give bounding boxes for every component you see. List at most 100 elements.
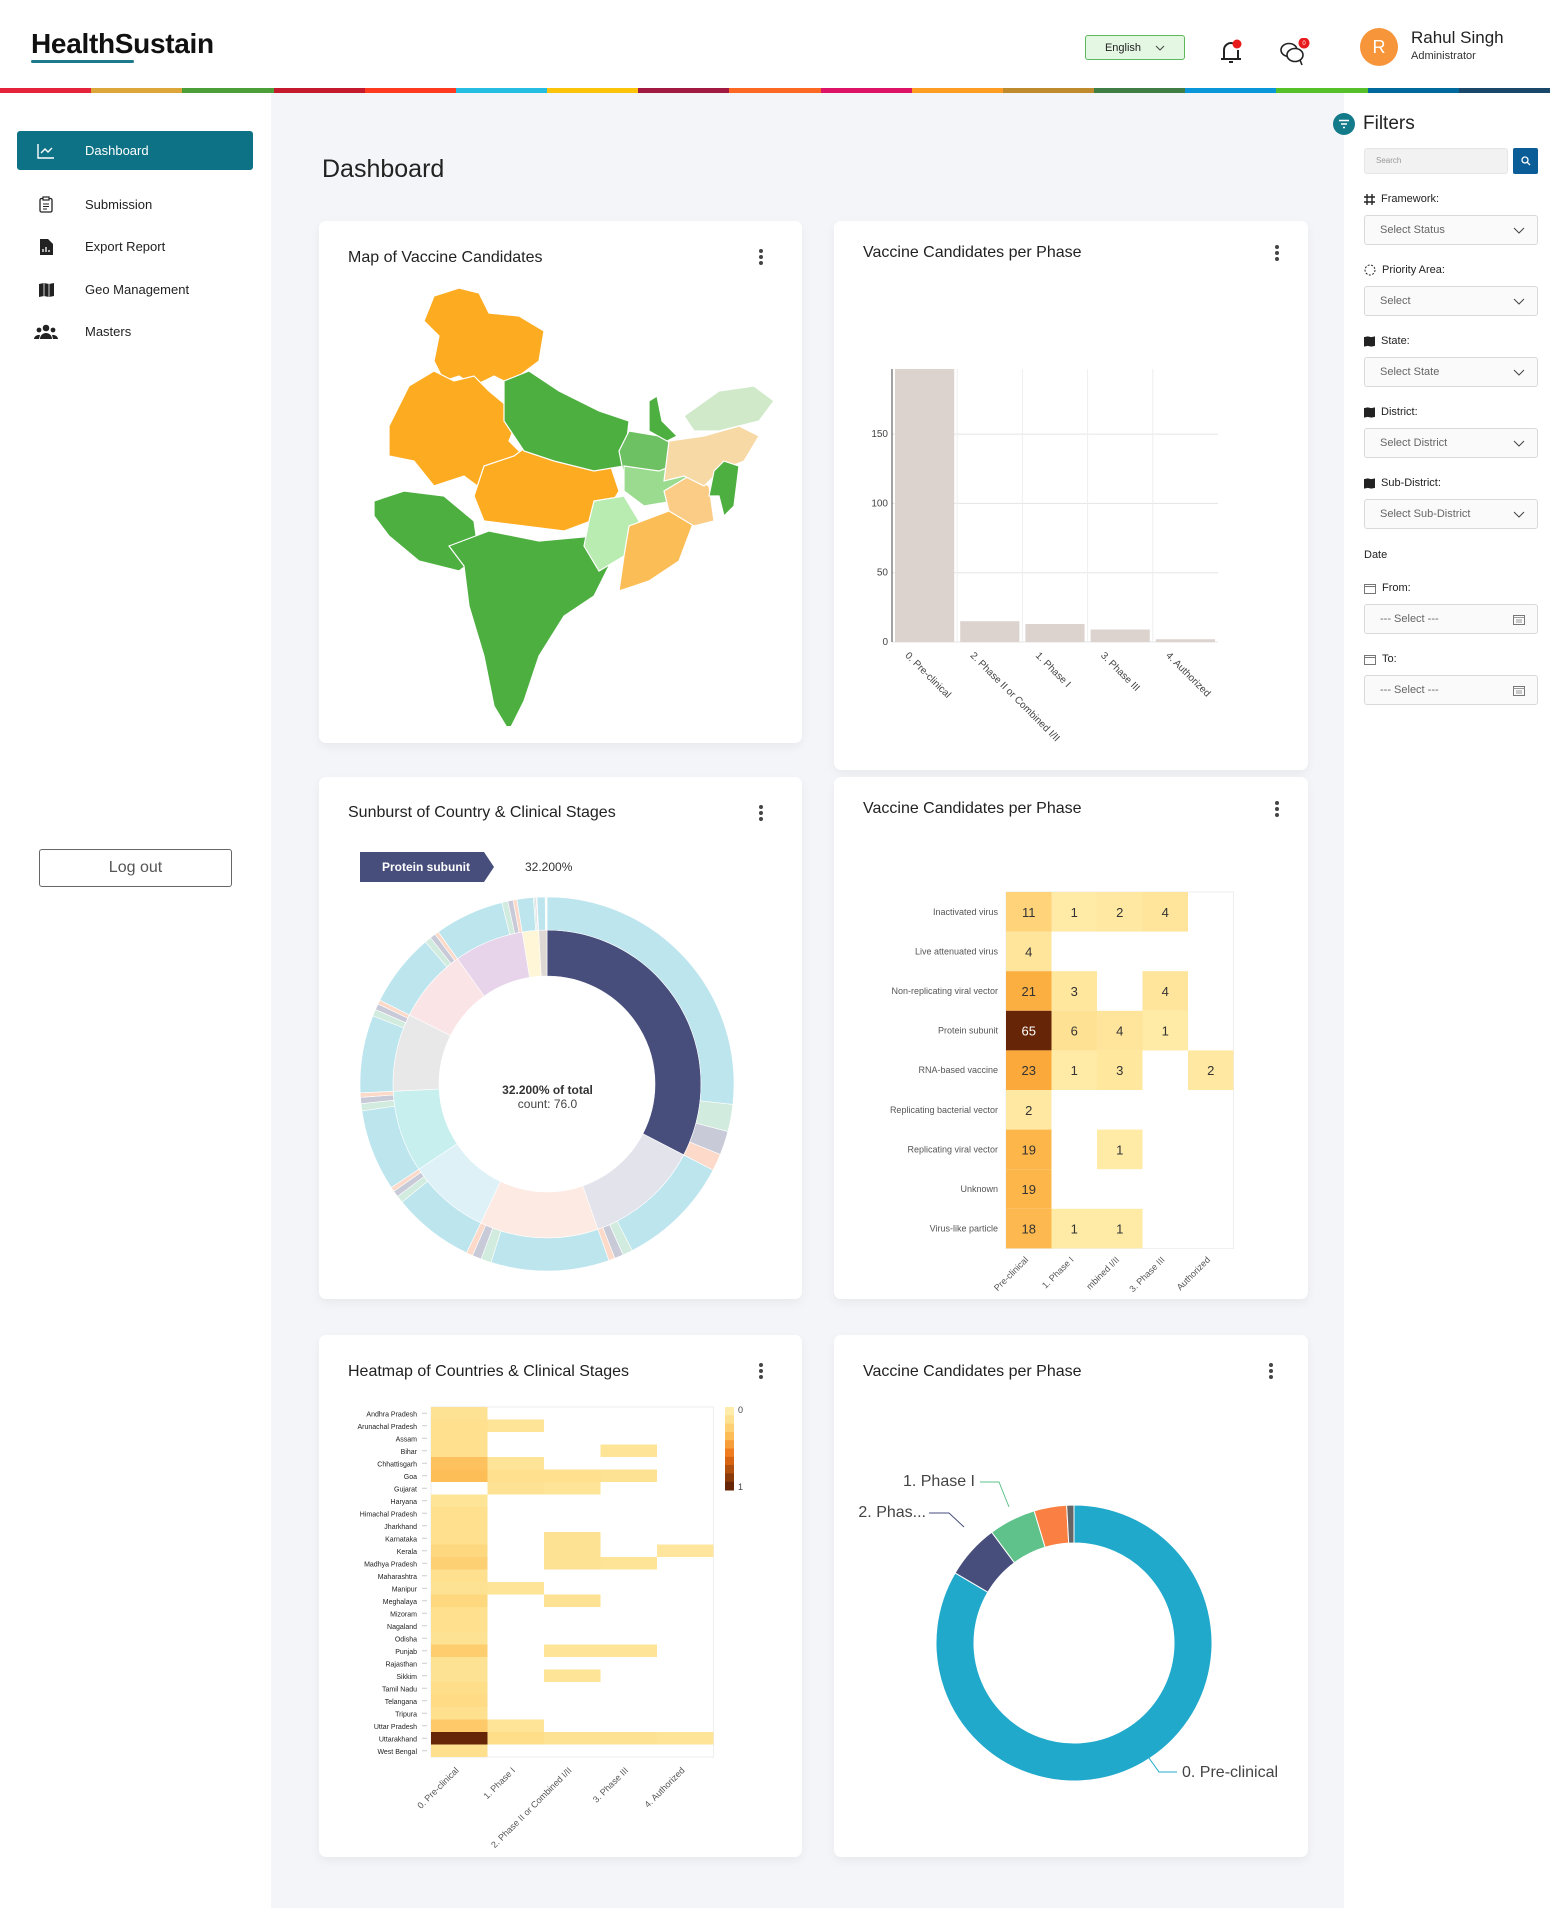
bar[interactable]: [895, 369, 955, 642]
heatmap-cell[interactable]: [544, 1532, 601, 1545]
y-tick-label: West Bengal: [377, 1749, 417, 1756]
heatmap-cell[interactable]: [431, 1619, 488, 1633]
avatar[interactable]: R: [1360, 28, 1398, 66]
heatmap-cell[interactable]: [431, 1657, 488, 1670]
heatmap-cell[interactable]: [487, 1457, 545, 1470]
sidebar-item-export-report[interactable]: Export Report: [17, 227, 253, 266]
filter-search-input[interactable]: Search: [1364, 148, 1508, 174]
heatmap-cell[interactable]: [431, 1632, 488, 1645]
heatmap-cell[interactable]: [600, 1444, 658, 1458]
heatmap-cell[interactable]: [544, 1557, 601, 1570]
card-title: Map of Vaccine Candidates: [348, 249, 543, 266]
language-value: English: [1104, 41, 1142, 54]
heatmap-cell[interactable]: [431, 1557, 488, 1570]
map-region-northeast2[interactable]: [663, 425, 760, 487]
heatmap-cell[interactable]: [544, 1469, 601, 1483]
heatmap-cell[interactable]: [431, 1469, 488, 1483]
sunburst-breadcrumb[interactable]: Protein subunit: [360, 852, 495, 882]
heatmap-cell[interactable]: [431, 1707, 488, 1720]
heatmap-cell[interactable]: [544, 1482, 601, 1495]
bar-chart: 0501001500. Pre-clinical 2. Phase II or C…: [871, 369, 1218, 744]
india-map[interactable]: [374, 276, 774, 726]
map-icon: [1364, 406, 1375, 418]
chevron-down-icon: [1513, 440, 1525, 447]
heatmap-cell[interactable]: [431, 1682, 488, 1695]
heatmap-cell[interactable]: [431, 1569, 488, 1583]
heatmap-cell[interactable]: [487, 1469, 545, 1483]
heatmap-cell[interactable]: [431, 1507, 488, 1520]
heatmap-cell[interactable]: [431, 1544, 488, 1558]
heatmap-cell[interactable]: [487, 1582, 545, 1595]
heatmap-cell[interactable]: [431, 1644, 488, 1658]
heatmap-cell[interactable]: [487, 1419, 545, 1433]
heatmap-cell[interactable]: [431, 1494, 488, 1508]
heatmap-cell[interactable]: [431, 1744, 488, 1758]
logout-button[interactable]: Log out: [39, 849, 232, 887]
bar[interactable]: [960, 621, 1020, 642]
filter-icon: [1339, 119, 1349, 129]
chat-icon[interactable]: 0: [1278, 38, 1310, 68]
more-options-icon[interactable]: [758, 804, 764, 822]
heatmap-cell-label: 1: [1071, 1063, 1078, 1078]
heatmap-cell[interactable]: [431, 1419, 488, 1433]
x-tick-label: 1. Phase I: [1033, 650, 1073, 690]
heatmap-cell[interactable]: [657, 1732, 714, 1745]
sidebar-item-dashboard[interactable]: Dashboard: [17, 131, 253, 170]
bar[interactable]: [1090, 629, 1150, 642]
heatmap-cell[interactable]: [431, 1519, 488, 1533]
search-button[interactable]: [1513, 148, 1538, 174]
y-tick-label: Arunachal Pradesh: [357, 1424, 417, 1431]
heatmap-cell[interactable]: [431, 1669, 488, 1683]
more-options-icon[interactable]: [758, 248, 764, 266]
heatmap-cell[interactable]: [431, 1582, 488, 1595]
heatmap-cell[interactable]: [431, 1607, 488, 1620]
sidebar-item-submission[interactable]: Submission: [17, 185, 253, 224]
heatmap-cell[interactable]: [600, 1469, 658, 1483]
heatmap-cell[interactable]: [431, 1532, 488, 1545]
sunburst-inner-segment[interactable]: [480, 1181, 599, 1239]
from-date-input[interactable]: --- Select ---: [1364, 604, 1538, 634]
colorbar-step: [725, 1423, 734, 1433]
app-logo[interactable]: HealthSustain: [31, 28, 214, 60]
user-role: Administrator: [1411, 50, 1476, 62]
donut-card: Vaccine Candidates per Phase 0. Pre-clin…: [834, 1335, 1308, 1857]
heatmap-cell[interactable]: [431, 1719, 488, 1733]
heatmap-cell[interactable]: [544, 1732, 601, 1745]
heatmap-cell[interactable]: [431, 1407, 488, 1420]
heatmap-cell[interactable]: [544, 1544, 601, 1558]
heatmap-cell[interactable]: [431, 1732, 488, 1745]
heatmap-cell[interactable]: [544, 1594, 601, 1608]
heatmap-cell[interactable]: [431, 1694, 488, 1708]
heatmap-cell[interactable]: [544, 1669, 601, 1683]
heatmap-cell[interactable]: [600, 1644, 658, 1658]
subdistrict-select[interactable]: Select Sub-District: [1364, 499, 1538, 529]
sidebar-item-geo-management[interactable]: Geo Management: [17, 270, 253, 309]
bell-icon[interactable]: [1218, 38, 1244, 66]
heatmap-cell[interactable]: [487, 1482, 545, 1495]
bar[interactable]: [1155, 639, 1215, 642]
language-select[interactable]: English: [1085, 35, 1185, 60]
priority-select[interactable]: Select: [1364, 286, 1538, 316]
heatmap-cell[interactable]: [657, 1544, 714, 1558]
heatmap-cell[interactable]: [431, 1444, 488, 1458]
bar[interactable]: [1025, 623, 1085, 642]
sunburst-outer-segment[interactable]: [536, 897, 546, 931]
map-region-north[interactable]: [423, 287, 545, 387]
district-select[interactable]: Select District: [1364, 428, 1538, 458]
heatmap-cell[interactable]: [487, 1732, 545, 1745]
card-title: Sunburst of Country & Clinical Stages: [348, 804, 616, 821]
map-region-south[interactable]: [448, 530, 610, 726]
heatmap-cell[interactable]: [431, 1432, 488, 1445]
heatmap-cell[interactable]: [600, 1732, 658, 1745]
heatmap-cell[interactable]: [600, 1557, 658, 1570]
framework-select[interactable]: Select Status: [1364, 215, 1538, 245]
heatmap-cell[interactable]: [544, 1644, 601, 1658]
heatmap-cell[interactable]: [487, 1719, 545, 1733]
state-select[interactable]: Select State: [1364, 357, 1538, 387]
sidebar-item-masters[interactable]: Masters: [17, 312, 253, 351]
map-region-northeast1[interactable]: [683, 385, 774, 432]
heatmap-cell[interactable]: [431, 1594, 488, 1608]
map-region-sikkim[interactable]: [648, 395, 679, 442]
to-date-input[interactable]: --- Select ---: [1364, 675, 1538, 705]
heatmap-cell[interactable]: [431, 1457, 488, 1470]
